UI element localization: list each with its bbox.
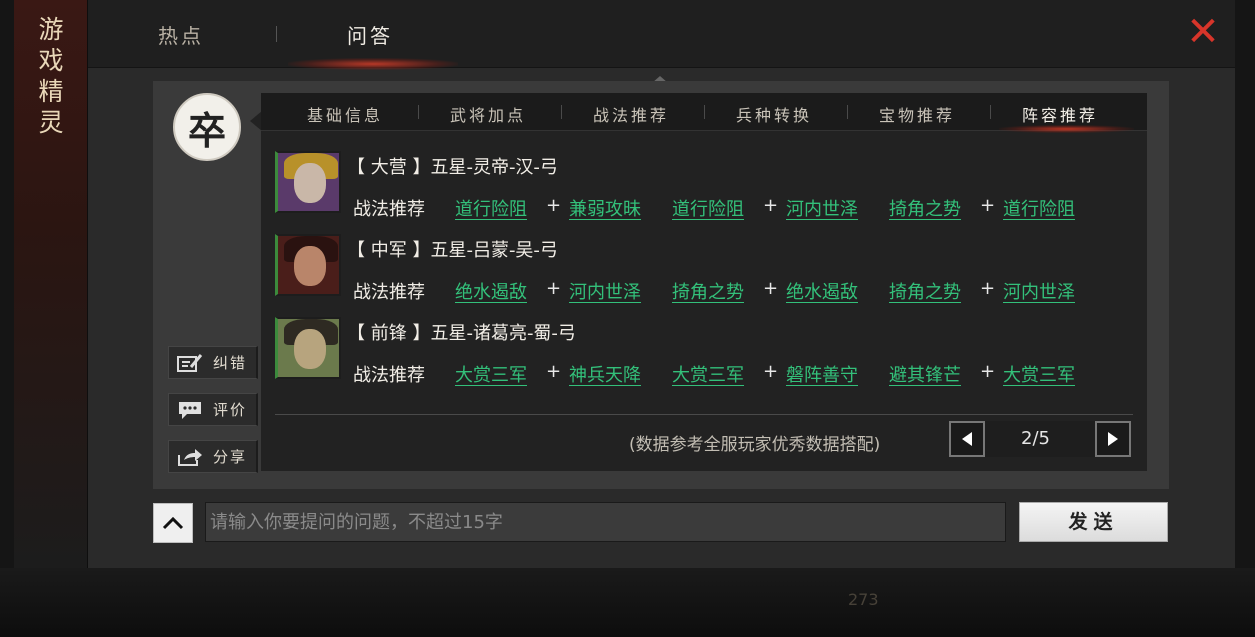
chevron-left-icon: [962, 432, 972, 446]
skill-link[interactable]: 大赏三军: [1003, 361, 1075, 387]
skill-link[interactable]: 绝水遏敌: [786, 278, 858, 304]
plus-sign: +: [980, 195, 996, 216]
lineup-item: 【 前锋 】五星-诸葛亮-蜀-弓 战法推荐 大赏三军 + 神兵天降 大赏三军 +…: [275, 317, 1135, 399]
sidebar-strip: 游戏精灵: [14, 0, 88, 568]
skill-link[interactable]: 道行险阻: [455, 195, 527, 221]
tab-troop-conversion[interactable]: 兵种转换: [704, 102, 844, 126]
lineup-item: 【 中军 】五星-吕蒙-吴-弓 战法推荐 绝水遏敌 + 河内世泽 掎角之势 + …: [275, 234, 1135, 316]
tab-general-points[interactable]: 武将加点: [418, 102, 558, 126]
plus-sign: +: [763, 361, 779, 382]
edit-icon: [177, 353, 203, 372]
tab-hot[interactable]: 热点: [158, 20, 204, 49]
tab-lineup-recommend[interactable]: 阵容推荐: [990, 102, 1130, 126]
plus-sign: +: [546, 361, 562, 382]
skill-link[interactable]: 避其锋芒: [889, 361, 961, 387]
skill-link[interactable]: 大赏三军: [455, 361, 527, 387]
report-error-button[interactable]: 纠错: [168, 346, 258, 379]
qa-panel: 卒 纠错 评价 分享 基础信息 武将加点 战法推荐 兵种转换 宝物推荐 阵容推荐…: [153, 81, 1169, 489]
content-area: 基础信息 武将加点 战法推荐 兵种转换 宝物推荐 阵容推荐 【 大营 】五星-灵…: [261, 93, 1147, 471]
skill-link[interactable]: 掎角之势: [889, 195, 961, 221]
share-button[interactable]: 分享: [168, 440, 258, 473]
chevron-right-icon: [1108, 432, 1118, 446]
content-divider: [275, 414, 1133, 415]
general-portrait[interactable]: [275, 234, 341, 296]
send-button[interactable]: 发送: [1019, 502, 1168, 542]
general-portrait[interactable]: [275, 317, 341, 379]
share-icon: [178, 448, 202, 466]
skill-link[interactable]: 道行险阻: [672, 195, 744, 221]
tab-qa[interactable]: 问答: [347, 20, 393, 49]
page-number: 2/5: [1021, 428, 1050, 449]
skill-link[interactable]: 大赏三军: [672, 361, 744, 387]
skill-link[interactable]: 兼弱攻昧: [569, 195, 641, 221]
data-source-note: (数据参考全服玩家优秀数据搭配): [629, 435, 881, 455]
plus-sign: +: [546, 195, 562, 216]
skill-recommend-label: 战法推荐: [353, 282, 425, 303]
prev-page-button[interactable]: [949, 421, 985, 457]
general-portrait[interactable]: [275, 151, 341, 213]
plus-sign: +: [980, 278, 996, 299]
tab-treasure-recommend[interactable]: 宝物推荐: [847, 102, 987, 126]
top-tab-bar: 热点 问答 ✕: [88, 0, 1235, 70]
lineup-title: 【 中军 】五星-吕蒙-吴-弓: [347, 240, 558, 261]
skill-recommend-label: 战法推荐: [353, 199, 425, 220]
question-input[interactable]: [205, 502, 1006, 542]
avatar-glyph: 卒: [187, 107, 226, 153]
assistant-avatar: 卒: [173, 93, 241, 161]
sidebar-title: 游戏精灵: [38, 15, 64, 137]
portrait-face: [294, 246, 326, 286]
rate-label: 评价: [213, 401, 248, 419]
portrait-face: [294, 163, 326, 203]
expand-button[interactable]: [153, 503, 193, 543]
plus-sign: +: [980, 361, 996, 382]
comment-icon: [179, 401, 201, 419]
active-tab-indicator: [288, 58, 458, 70]
plus-sign: +: [763, 195, 779, 216]
skill-recommend-label: 战法推荐: [353, 365, 425, 386]
skill-link[interactable]: 河内世泽: [1003, 278, 1075, 304]
portrait-face: [294, 329, 326, 369]
lineup-title: 【 前锋 】五星-诸葛亮-蜀-弓: [347, 323, 576, 344]
lineup-title: 【 大营 】五星-灵帝-汉-弓: [347, 157, 558, 178]
skill-link[interactable]: 神兵天降: [569, 361, 641, 387]
coin-count: 273: [848, 590, 879, 609]
tab-skill-recommend[interactable]: 战法推荐: [561, 102, 701, 126]
skill-link[interactable]: 绝水遏敌: [455, 278, 527, 304]
report-error-label: 纠错: [213, 354, 248, 372]
skill-link[interactable]: 道行险阻: [1003, 195, 1075, 221]
plus-sign: +: [546, 278, 562, 299]
skill-link[interactable]: 磐阵善守: [786, 361, 858, 387]
rate-button[interactable]: 评价: [168, 393, 258, 426]
active-sub-tab-indicator: [999, 125, 1134, 133]
chevron-up-icon: [162, 516, 184, 530]
skill-link[interactable]: 掎角之势: [889, 278, 961, 304]
skill-link[interactable]: 河内世泽: [786, 195, 858, 221]
sub-tab-bar: 基础信息 武将加点 战法推荐 兵种转换 宝物推荐 阵容推荐: [261, 93, 1147, 133]
tab-divider: [276, 26, 277, 42]
close-icon[interactable]: ✕: [1183, 12, 1223, 52]
plus-sign: +: [763, 278, 779, 299]
next-page-button[interactable]: [1095, 421, 1131, 457]
skill-link[interactable]: 掎角之势: [672, 278, 744, 304]
tab-basic-info[interactable]: 基础信息: [275, 102, 415, 126]
lineup-item: 【 大营 】五星-灵帝-汉-弓 战法推荐 道行险阻 + 兼弱攻昧 道行险阻 + …: [275, 151, 1135, 233]
game-assistant-window: 热点 问答 ✕ 卒 纠错 评价 分享 基础信息 武将加点 战法推荐 兵种转换 宝…: [88, 0, 1235, 568]
share-label: 分享: [213, 448, 248, 466]
skill-link[interactable]: 河内世泽: [569, 278, 641, 304]
dimmed-bottom-toolbar: 273: [0, 578, 1255, 628]
